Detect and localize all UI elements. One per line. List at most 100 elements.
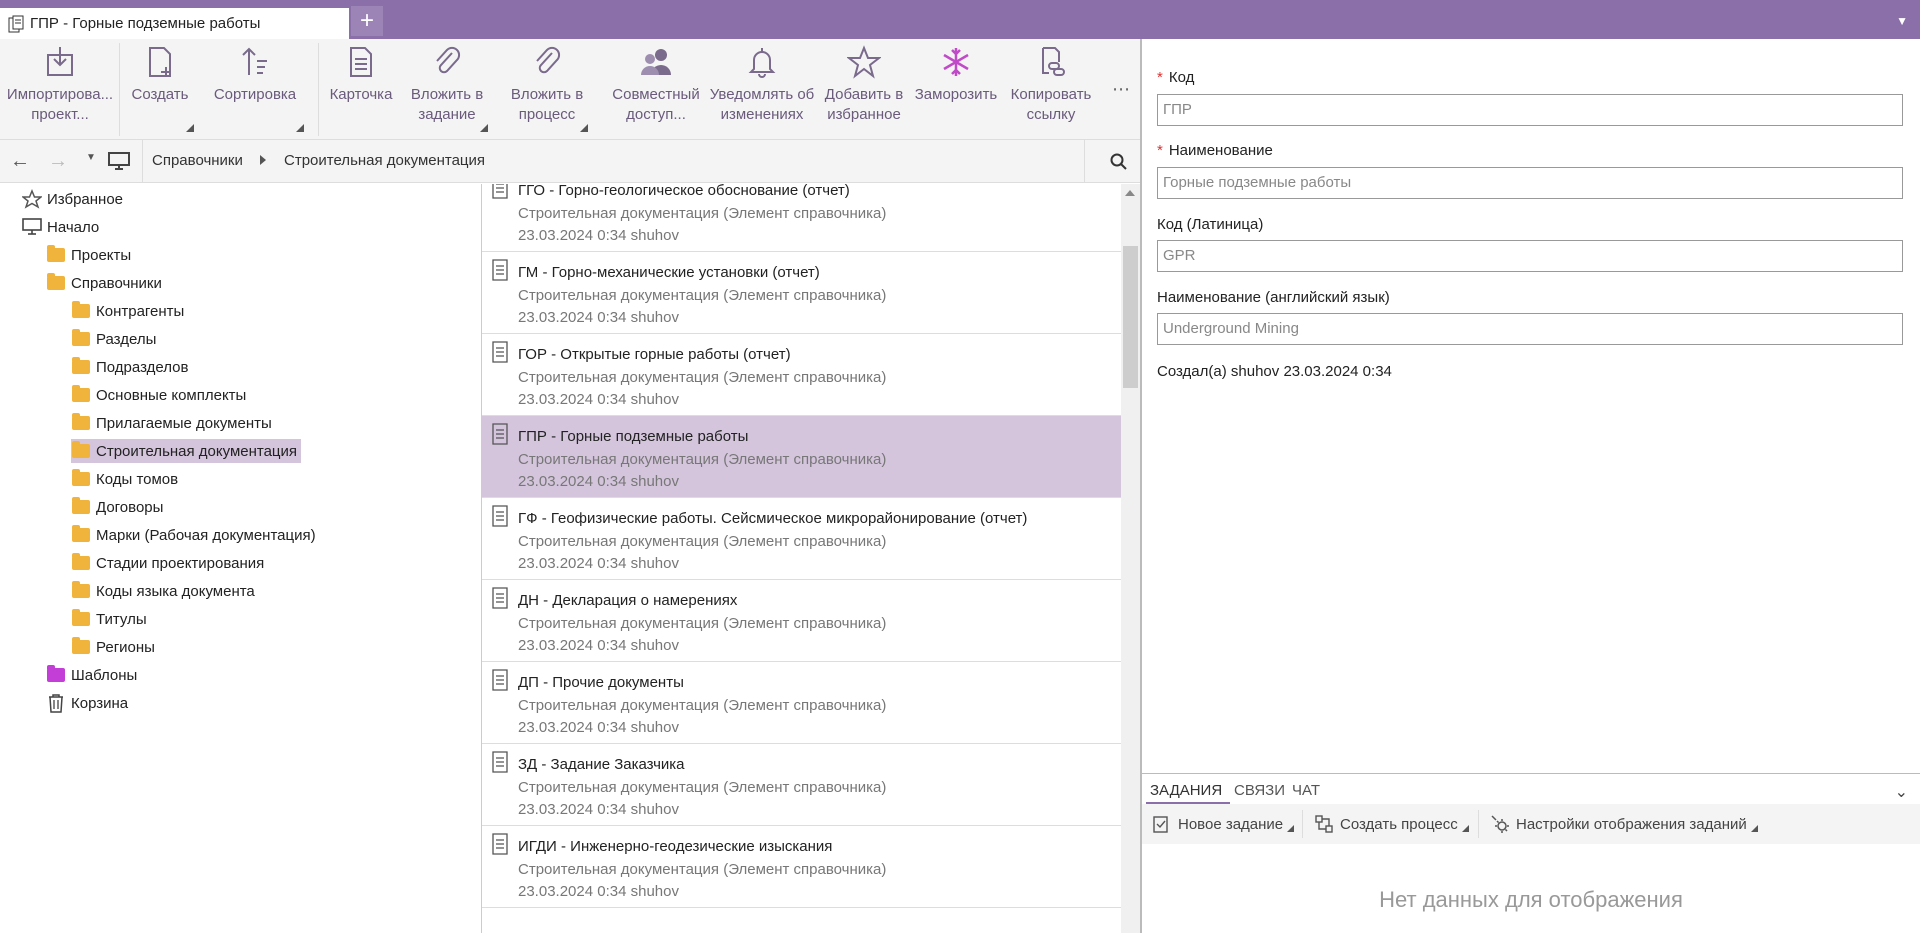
latin-code-label: Код (Латиница) [1157, 216, 1264, 233]
folder-icon [47, 245, 65, 262]
tree-item-contractors[interactable]: Контрагенты [71, 299, 184, 323]
tree-item-marks[interactable]: Марки (Рабочая документация) [71, 523, 316, 547]
process-icon [1315, 815, 1333, 833]
tree-item-titles[interactable]: Титулы [71, 607, 147, 631]
item-title: ДП - Прочие документы [518, 674, 684, 691]
item-meta: 23.03.2024 0:34 shuhov [518, 555, 679, 572]
list-item-selected[interactable]: ГПР - Горные подземные работы Строительн… [482, 416, 1121, 498]
settings-icon [1491, 815, 1509, 833]
tree-item-label: Проекты [71, 246, 132, 264]
list-item[interactable]: ГМ - Горно-механические установки (отчет… [482, 252, 1121, 334]
add-favorite-button[interactable]: Добавить в избранное [818, 39, 910, 140]
document-icon [492, 184, 508, 199]
folder-icon [72, 609, 90, 626]
attach-task-dropdown-icon[interactable] [480, 124, 488, 132]
list-item[interactable]: ГФ - Геофизические работы. Сейсмическое … [482, 498, 1121, 580]
breadcrumb-item[interactable]: Справочники [152, 152, 243, 169]
create-button[interactable]: Создать [120, 39, 200, 140]
tree-item-language-codes[interactable]: Коды языка документа [71, 579, 255, 603]
list-item[interactable]: ДН - Декларация о намерениях Строительна… [482, 580, 1121, 662]
computer-icon[interactable] [108, 152, 130, 170]
list-item[interactable]: ГГО - Горно-геологическое обоснование (о… [482, 184, 1121, 252]
tree-item-home[interactable]: Начало [22, 215, 99, 239]
share-button[interactable]: Совместный доступ... [604, 39, 708, 140]
freeze-button[interactable]: Заморозить [910, 39, 1002, 140]
attach-to-task-button[interactable]: Вложить в задание [400, 39, 494, 140]
created-info: Создал(а) shuhov 23.03.2024 0:34 [1157, 363, 1392, 380]
forward-arrow-icon[interactable]: → [48, 150, 68, 173]
name-field[interactable]: Горные подземные работы [1157, 167, 1903, 199]
notify-changes-button[interactable]: Уведомлять об изменениях [706, 39, 818, 140]
tree-item-attached-docs[interactable]: Прилагаемые документы [71, 411, 272, 435]
tree-item-label: Шаблоны [71, 666, 138, 684]
tree-item-regions[interactable]: Регионы [71, 635, 155, 659]
new-task-button[interactable]: Новое задание [1152, 814, 1295, 834]
create-dropdown-icon[interactable] [186, 124, 194, 132]
breadcrumb-item[interactable]: Строительная документация [284, 152, 485, 169]
list-item[interactable]: ЗД - Задание Заказчика Строительная доку… [482, 744, 1121, 826]
scroll-up-icon[interactable] [1125, 190, 1135, 196]
more-options-icon[interactable]: ⋯ [1112, 79, 1130, 100]
task-display-settings-button[interactable]: Настройки отображения заданий [1490, 814, 1758, 834]
tree-item-volume-codes[interactable]: Коды томов [71, 467, 178, 491]
details-panel: * Код ГПР * Наименование Горные подземные … [1142, 39, 1920, 933]
tree-item-sections[interactable]: Разделы [71, 327, 156, 351]
tree-item-label: Коды языка документа [96, 582, 255, 600]
tree-item-favorites[interactable]: Избранное [22, 187, 123, 211]
item-meta: 23.03.2024 0:34 shuhov [518, 801, 679, 818]
create-process-button[interactable]: Создать процесс [1314, 814, 1469, 834]
item-type: Строительная документация (Элемент справ… [518, 779, 887, 796]
tree-item-references[interactable]: Справочники [46, 271, 162, 295]
copy-link-button[interactable]: Копировать ссылку [1004, 39, 1098, 140]
latin-code-field[interactable]: GPR [1157, 240, 1903, 272]
document-icon [8, 15, 24, 32]
back-arrow-icon[interactable]: ← [10, 150, 30, 173]
tree-item-contracts[interactable]: Договоры [71, 495, 163, 519]
tab-bar: ГПР - Горные подземные работы + ▼ [0, 0, 1920, 39]
new-task-label: Новое задание [1178, 815, 1284, 833]
history-dropdown-icon[interactable]: ▼ [86, 152, 96, 163]
tab-menu-chevron-icon[interactable]: ▼ [1896, 14, 1908, 28]
card-label: Карточка [329, 86, 393, 103]
folder-icon [72, 413, 90, 430]
item-type: Строительная документация (Элемент справ… [518, 697, 887, 714]
document-icon [492, 341, 508, 363]
document-icon [492, 505, 508, 527]
tree-item-trash[interactable]: Корзина [46, 691, 128, 715]
folder-icon [72, 441, 90, 458]
settings-label: Настройки отображения заданий [1516, 815, 1747, 833]
tree-item-projects[interactable]: Проекты [46, 243, 131, 267]
card-button[interactable]: Карточка [322, 39, 400, 140]
item-type: Строительная документация (Элемент справ… [518, 533, 887, 550]
item-title: ДН - Декларация о намерениях [518, 592, 738, 609]
list-scrollbar[interactable] [1121, 184, 1140, 933]
sort-button[interactable]: Сортировка [200, 39, 310, 140]
tab-chat[interactable]: ЧАТ [1292, 782, 1320, 799]
tab-tasks[interactable]: ЗАДАНИЯ [1150, 782, 1222, 799]
import-project-button[interactable]: Импортирова... проект... [2, 39, 118, 140]
tree-item-construction-docs[interactable]: Строительная документация [71, 439, 302, 463]
collapse-chevron-icon[interactable]: ⌄ [1895, 782, 1908, 802]
tree-item-label: Коды томов [96, 470, 179, 488]
item-type: Строительная документация (Элемент справ… [518, 287, 887, 304]
code-field[interactable]: ГПР [1157, 94, 1903, 126]
attach-to-process-button[interactable]: Вложить в процесс [500, 39, 594, 140]
tree-item-subdivisions[interactable]: Подразделов [71, 355, 188, 379]
scrollbar-thumb[interactable] [1123, 246, 1138, 388]
star-icon [847, 45, 881, 79]
tree-item-templates[interactable]: Шаблоны [46, 663, 137, 687]
add-tab-button[interactable]: + [351, 6, 383, 36]
tree-item-label: Корзина [71, 694, 129, 712]
sort-dropdown-icon[interactable] [296, 124, 304, 132]
tree-item-main-sets[interactable]: Основные комплекты [71, 383, 246, 407]
attach-process-dropdown-icon[interactable] [580, 124, 588, 132]
document-tab[interactable]: ГПР - Горные подземные работы [0, 8, 349, 39]
search-icon[interactable] [1110, 153, 1128, 171]
tab-links[interactable]: СВЯЗИ [1234, 782, 1285, 799]
list-item[interactable]: ДП - Прочие документы Строительная докум… [482, 662, 1121, 744]
list-item[interactable]: ИГДИ - Инженерно-геодезические изыскания… [482, 826, 1121, 908]
tree-item-design-stages[interactable]: Стадии проектирования [71, 551, 264, 575]
paperclip-icon [536, 46, 561, 74]
english-name-field[interactable]: Underground Mining [1157, 313, 1903, 345]
list-item[interactable]: ГОР - Открытые горные работы (отчет) Стр… [482, 334, 1121, 416]
